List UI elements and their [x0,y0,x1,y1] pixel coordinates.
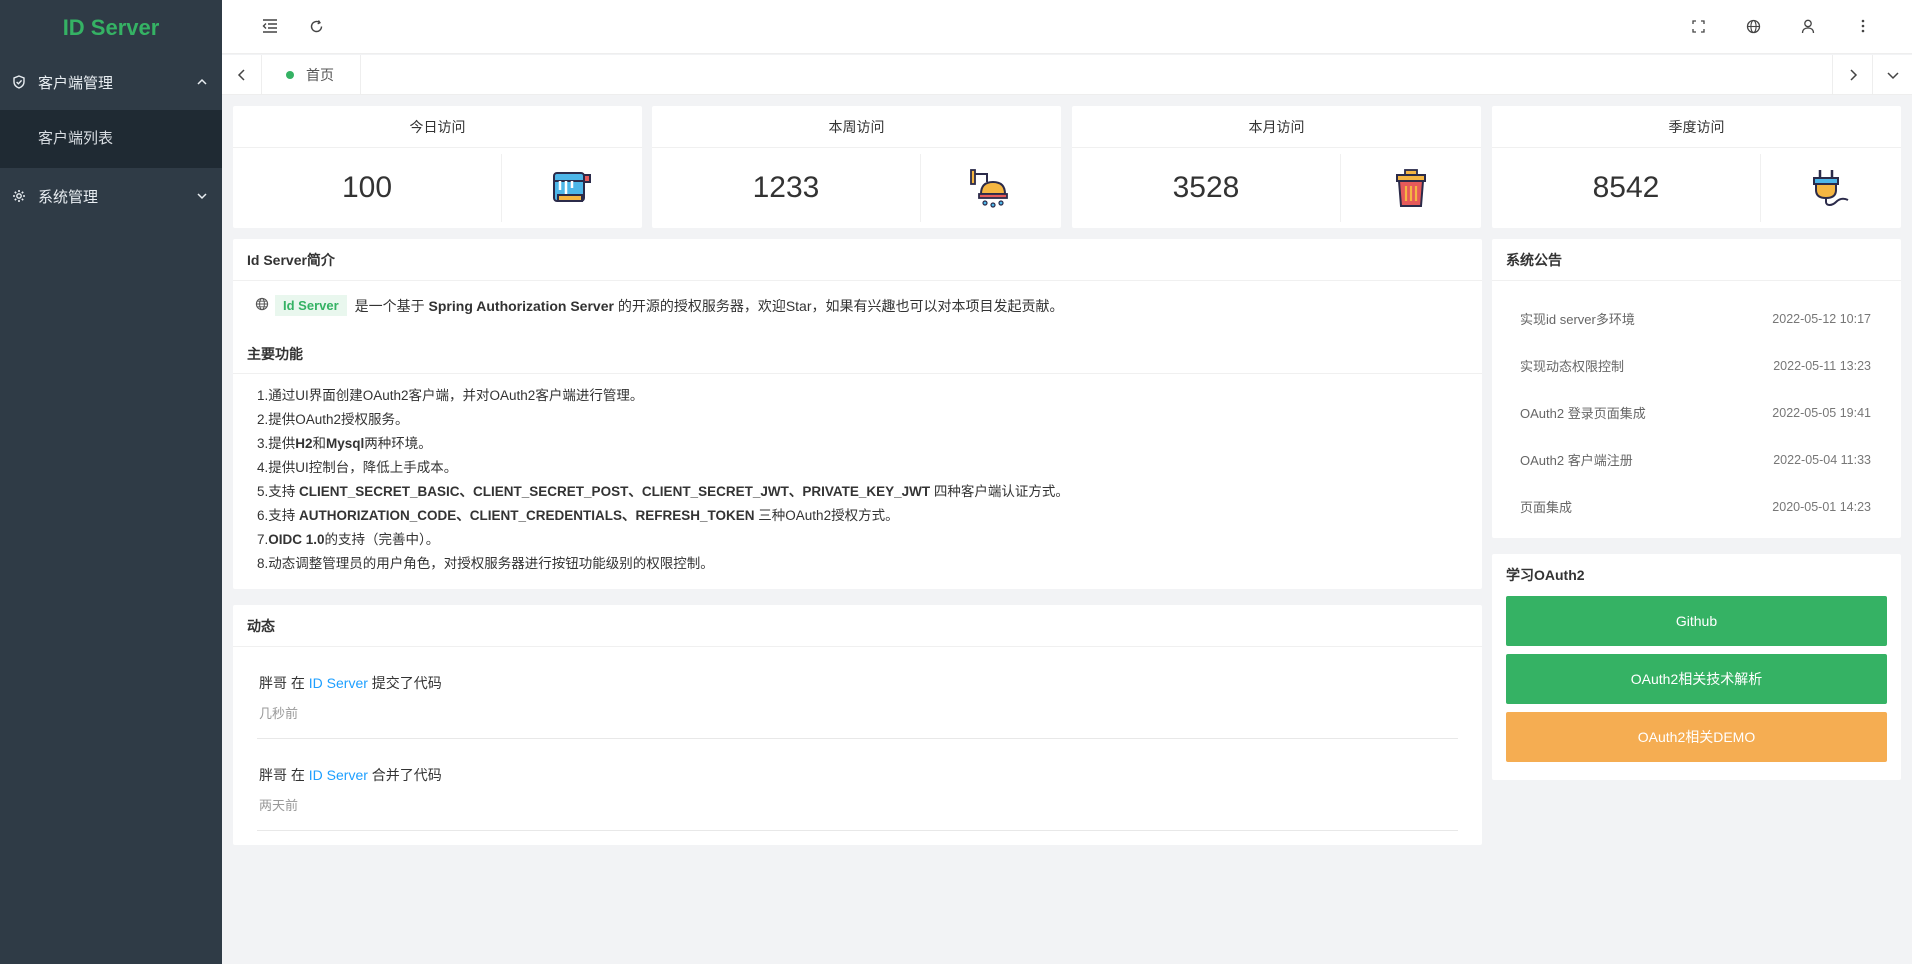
stat-value: 100 [233,154,502,222]
sidebar: ID Server 客户端管理 客户端列表 系统管理 [0,0,222,964]
tabs-next-button[interactable] [1832,55,1872,95]
user-icon[interactable] [1798,16,1818,36]
feature-item: 8.动态调整管理员的用户角色，对授权服务器进行按钮功能级别的权限控制。 [257,556,714,571]
tabs-prev-button[interactable] [222,55,262,95]
feature-item: 2.提供OAuth2授权服务。 [257,412,409,427]
menu-client-management[interactable]: 客户端管理 [0,54,222,110]
sidebar-item-client-list[interactable]: 客户端列表 [0,110,222,168]
intro-title: Id Server简介 [233,239,1482,281]
feature-item: 3.提供H2和Mysql两种环境。 [257,436,432,451]
stat-card-quarter: 季度访问 8542 [1492,106,1901,228]
activity-project-link[interactable]: ID Server [309,767,368,783]
project-badge: Id Server [275,295,347,316]
notice-title: 系统公告 [1492,239,1901,281]
stat-title: 今日访问 [233,106,642,148]
menu-client-submenu: 客户端列表 [0,110,222,168]
feature-item: 4.提供UI控制台，降低上手成本。 [257,460,458,475]
globe-icon[interactable] [1743,16,1763,36]
menu-group-client: 客户端管理 客户端列表 [0,54,222,168]
activity-item: 胖哥 在 ID Server 提交了代码 几秒前 [257,647,1458,739]
activity-card: 动态 胖哥 在 ID Server 提交了代码 几秒前 胖哥 在 ID Serv… [233,605,1482,845]
activity-user: 胖哥 [259,675,287,691]
refresh-icon[interactable] [306,16,326,36]
activity-at: 在 [290,675,305,691]
feature-item: 1.通过UI界面创建OAuth2客户端，并对OAuth2客户端进行管理。 [257,388,644,403]
tab-home-label: 首页 [306,67,334,83]
activity-time: 两天前 [259,798,299,813]
stat-card-today: 今日访问 100 [233,106,642,228]
activity-title: 动态 [233,605,1482,647]
more-vertical-icon[interactable] [1853,16,1873,36]
activity-project-link[interactable]: ID Server [309,675,368,691]
notice-item[interactable]: 实现动态权限控制 2022-05-11 13:23 [1506,342,1887,389]
notice-item[interactable]: 页面集成 2020-05-01 14:23 [1506,483,1887,530]
shower-icon [921,148,1061,228]
tab-home[interactable]: 首页 [262,55,361,95]
intro-card: Id Server简介 Id Server 是一个基于 Spring Autho… [233,239,1482,589]
learn-title: 学习OAuth2 [1506,567,1585,583]
features-title: 主要功能 [233,316,1482,374]
trash-can-icon [1341,148,1481,228]
intro-text-1: 是一个基于 [354,297,425,314]
stat-value: 3528 [1072,154,1341,222]
activity-action: 提交了代码 [371,675,442,691]
stat-value: 1233 [652,154,921,222]
intro-text-2: 的开源的授权服务器，欢迎Star，如果有兴趣也可以对本项目发起贡献。 [617,297,1064,314]
stat-title: 季度访问 [1492,106,1901,148]
activity-item: 胖哥 在 ID Server 合并了代码 两天前 [257,739,1458,831]
github-button[interactable]: Github [1506,596,1887,646]
active-tab-dot [286,71,294,79]
intro-text-bold: Spring Authorization Server [428,297,614,314]
plug-icon [1761,148,1901,228]
intro-description: Id Server 是一个基于 Spring Authorization Ser… [233,281,1482,316]
app-logo[interactable]: ID Server [0,0,222,54]
stat-value: 8542 [1492,154,1761,222]
learn-card: 学习OAuth2 Github OAuth2相关技术解析 OAuth2相关DEM… [1492,554,1901,780]
paint-bucket-icon [502,148,642,228]
activity-user: 胖哥 [259,767,287,783]
menu-fold-icon[interactable] [260,16,280,36]
menu-system-management-label: 系统管理 [38,188,99,206]
menu-group-system: 系统管理 [0,168,222,224]
oauth2-demo-button[interactable]: OAuth2相关DEMO [1506,712,1887,762]
activity-action: 合并了代码 [371,767,442,783]
notice-card: 系统公告 实现id server多环境 2022-05-12 10:17 实现动态… [1492,239,1901,538]
chevron-down-icon [196,190,208,202]
top-header [222,0,1912,54]
notice-item[interactable]: OAuth2 登录页面集成 2022-05-05 19:41 [1506,389,1887,436]
notice-item[interactable]: OAuth2 客户端注册 2022-05-04 11:33 [1506,436,1887,483]
notice-item[interactable]: 实现id server多环境 2022-05-12 10:17 [1506,295,1887,342]
shield-check-icon [12,75,26,89]
activity-at: 在 [290,767,305,783]
menu-client-management-label: 客户端管理 [38,74,114,92]
stat-card-week: 本周访问 1233 [652,106,1061,228]
activity-time: 几秒前 [259,706,299,721]
menu-system-management[interactable]: 系统管理 [0,168,222,224]
tabs-dropdown-button[interactable] [1872,55,1912,95]
chevron-up-icon [196,76,208,88]
stat-card-month: 本月访问 3528 [1072,106,1481,228]
gear-icon [12,189,26,203]
stat-title: 本月访问 [1072,106,1481,148]
oauth2-tech-button[interactable]: OAuth2相关技术解析 [1506,654,1887,704]
stat-title: 本周访问 [652,106,1061,148]
fullscreen-icon[interactable] [1688,16,1708,36]
feature-item: 7.OIDC 1.0的支持（完善中）。 [257,532,440,547]
features-list: 1.通过UI界面创建OAuth2客户端，并对OAuth2客户端进行管理。 2.提… [233,374,1482,576]
tabs-bar: 首页 [222,55,1912,95]
globe-icon [255,297,269,314]
feature-item: 5.支持 CLIENT_SECRET_BASIC、CLIENT_SECRET_P… [257,484,1069,499]
feature-item: 6.支持 AUTHORIZATION_CODE、CLIENT_CREDENTIA… [257,508,899,523]
